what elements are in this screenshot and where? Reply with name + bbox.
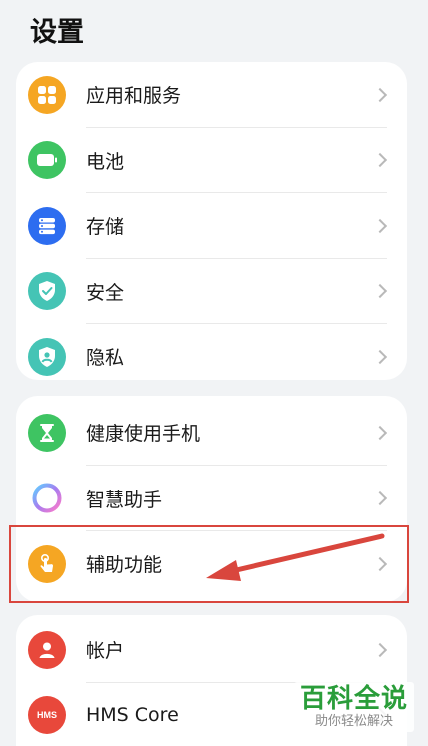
settings-item-label: 隐私 bbox=[86, 347, 125, 370]
accessibility-hand-icon bbox=[28, 544, 66, 583]
settings-item-storage[interactable]: 存储 bbox=[16, 193, 407, 259]
chevron-right-icon bbox=[372, 556, 388, 571]
settings-item-label: 安全 bbox=[86, 281, 125, 304]
settings-group-2: 健康使用手机 智慧助手 辅助功能 bbox=[16, 396, 407, 602]
settings-item-label: 电池 bbox=[86, 150, 125, 173]
settings-item-privacy[interactable]: 隐私 bbox=[16, 324, 407, 380]
chevron-right-icon bbox=[372, 425, 388, 440]
settings-group-1: 应用和服务 电池 存储 安全 隐私 bbox=[16, 62, 407, 380]
hms-icon: HMS bbox=[28, 696, 66, 735]
watermark: 百科全说 助你轻松解决 bbox=[293, 682, 414, 732]
battery-icon bbox=[28, 141, 66, 180]
settings-item-label: 辅助功能 bbox=[86, 554, 163, 577]
settings-item-label: 应用和服务 bbox=[86, 85, 182, 108]
watermark-title: 百科全说 bbox=[299, 684, 408, 714]
settings-item-smart-assistant[interactable]: 智慧助手 bbox=[16, 466, 407, 531]
settings-item-battery[interactable]: 电池 bbox=[16, 128, 407, 193]
settings-item-account[interactable]: 帐户 bbox=[16, 617, 407, 683]
shield-check-icon bbox=[28, 272, 66, 311]
watermark-subtitle: 助你轻松解决 bbox=[314, 714, 393, 729]
settings-item-accessibility[interactable]: 辅助功能 bbox=[16, 531, 407, 597]
user-icon bbox=[28, 630, 66, 669]
settings-item-apps-services[interactable]: 应用和服务 bbox=[16, 62, 407, 128]
chevron-right-icon bbox=[372, 218, 388, 233]
chevron-right-icon bbox=[372, 153, 388, 168]
chevron-right-icon bbox=[372, 349, 388, 364]
chevron-right-icon bbox=[372, 284, 388, 299]
settings-item-label: 健康使用手机 bbox=[86, 423, 201, 446]
hms-icon-text: HMS bbox=[37, 710, 57, 721]
settings-item-digital-balance[interactable]: 健康使用手机 bbox=[16, 400, 407, 466]
settings-item-label: 帐户 bbox=[86, 640, 125, 663]
chevron-right-icon bbox=[372, 491, 388, 506]
page-title: 设置 bbox=[30, 17, 84, 48]
apps-grid-icon bbox=[28, 75, 66, 114]
privacy-shield-icon bbox=[28, 337, 66, 376]
storage-icon bbox=[28, 206, 66, 245]
settings-item-label: 存储 bbox=[86, 216, 125, 239]
smart-assistant-ring-icon bbox=[28, 479, 66, 518]
settings-item-label: 智慧助手 bbox=[86, 488, 163, 511]
chevron-right-icon bbox=[372, 87, 388, 102]
chevron-right-icon bbox=[372, 642, 388, 657]
settings-item-security[interactable]: 安全 bbox=[16, 259, 407, 324]
hourglass-icon bbox=[28, 413, 66, 452]
